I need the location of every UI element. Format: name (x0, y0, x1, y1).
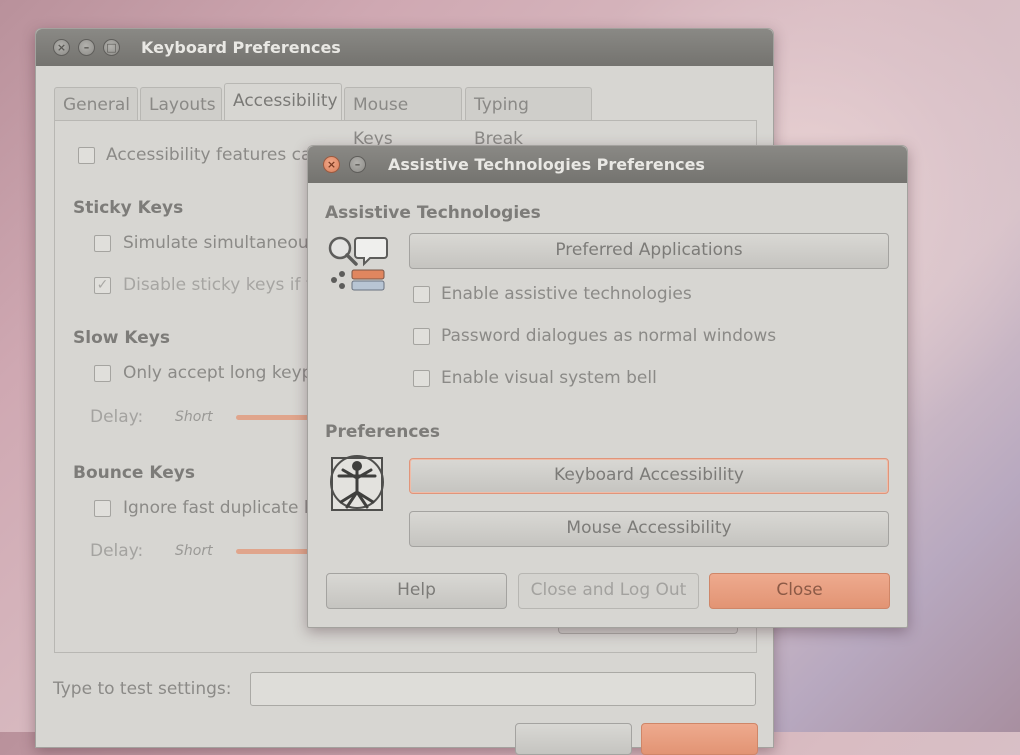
help-button[interactable]: Help (326, 573, 507, 609)
slow-keys-heading: Slow Keys (73, 328, 170, 348)
preferred-applications-button[interactable]: Preferred Applications (409, 233, 889, 269)
disable-sticky-keys-label: Disable sticky keys if t (123, 275, 313, 295)
slow-keys-delay-slider[interactable] (236, 415, 316, 420)
type-to-test-label: Type to test settings: (53, 679, 232, 699)
maximize-icon[interactable]: □ (103, 39, 120, 56)
tab-layouts[interactable]: Layouts (140, 87, 222, 121)
visual-bell-checkbox[interactable] (413, 370, 430, 387)
bounce-keys-short-label: Short (175, 543, 213, 559)
assistive-technologies-dialog: × – Assistive Technologies Preferences A… (307, 145, 908, 628)
accessibility-features-checkbox[interactable] (78, 147, 95, 164)
vitruvian-man-icon (328, 452, 388, 514)
keyboard-accessibility-button[interactable]: Keyboard Accessibility (409, 458, 889, 494)
enable-assistive-checkbox[interactable] (413, 286, 430, 303)
dialog-title: Assistive Technologies Preferences (388, 155, 705, 174)
type-to-test-input[interactable] (250, 672, 756, 706)
close-icon[interactable]: × (323, 156, 340, 173)
tab-general[interactable]: General (54, 87, 138, 121)
tab-mouse-keys[interactable]: Mouse Keys (344, 87, 462, 149)
sticky-keys-heading: Sticky Keys (73, 198, 184, 218)
slow-keys-delay-label: Delay: (90, 407, 144, 427)
tab-bar: General Layouts Accessibility Mouse Keys… (54, 83, 757, 149)
window-title: Keyboard Preferences (141, 38, 341, 57)
assistive-technologies-icon (326, 234, 390, 296)
simulate-simultaneous-checkbox[interactable] (94, 235, 111, 252)
password-dialogues-label: Password dialogues as normal windows (441, 326, 777, 346)
mouse-accessibility-button[interactable]: Mouse Accessibility (409, 511, 889, 547)
assistive-dialog-titlebar[interactable]: × – Assistive Technologies Preferences (308, 146, 907, 183)
preferences-heading: Preferences (325, 422, 441, 442)
ignore-fast-duplicate-label: Ignore fast duplicate k (123, 498, 314, 518)
disable-sticky-keys-checkbox[interactable]: ✓ (94, 277, 111, 294)
minimize-icon[interactable]: – (78, 39, 95, 56)
bottom-button-right[interactable] (641, 723, 758, 755)
accessibility-features-label: Accessibility features ca (106, 145, 312, 165)
visual-bell-label: Enable visual system bell (441, 368, 657, 388)
only-accept-long-label: Only accept long keyp (123, 363, 313, 383)
bounce-keys-delay-label: Delay: (90, 541, 144, 561)
tab-typing-break[interactable]: Typing Break (465, 87, 592, 149)
assistive-technologies-heading: Assistive Technologies (325, 203, 541, 223)
bounce-keys-delay-slider[interactable] (236, 549, 316, 554)
simulate-simultaneous-label: Simulate simultaneou (123, 233, 309, 253)
enable-assistive-label: Enable assistive technologies (441, 284, 692, 304)
tab-accessibility[interactable]: Accessibility (224, 83, 342, 121)
keyboard-window-titlebar[interactable]: × – □ Keyboard Preferences (36, 29, 773, 66)
slow-keys-short-label: Short (175, 409, 213, 425)
bottom-button-left[interactable] (515, 723, 632, 755)
minimize-icon[interactable]: – (349, 156, 366, 173)
close-and-log-out-button[interactable]: Close and Log Out (518, 573, 699, 609)
bounce-keys-heading: Bounce Keys (73, 463, 195, 483)
close-button[interactable]: Close (709, 573, 890, 609)
password-dialogues-checkbox[interactable] (413, 328, 430, 345)
only-accept-long-checkbox[interactable] (94, 365, 111, 382)
ignore-fast-duplicate-checkbox[interactable] (94, 500, 111, 517)
close-icon[interactable]: × (53, 39, 70, 56)
